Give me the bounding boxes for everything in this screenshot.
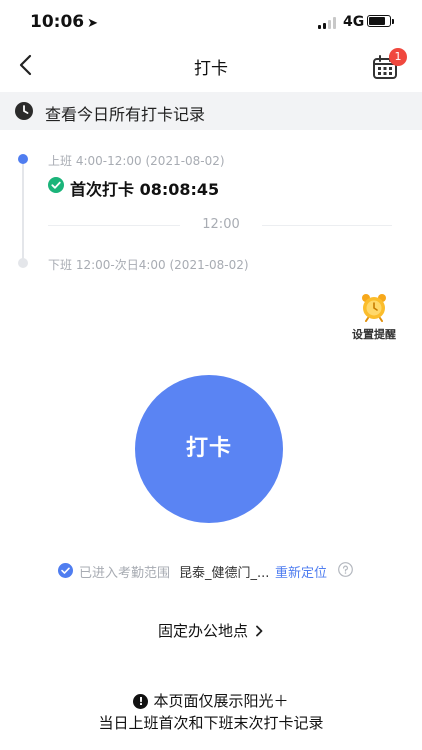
divider-time: 12:00 (202, 217, 240, 232)
location-place: 昆泰_健德门_... (179, 566, 270, 581)
location-arrow-icon: ➤ (87, 16, 99, 31)
location-status: 已进入考勤范围 (79, 566, 171, 581)
alarm-clock-icon (362, 294, 386, 322)
office-location-link[interactable]: 固定办公地点 (0, 620, 422, 641)
clock-icon (15, 102, 33, 120)
relocate-link[interactable]: 重新定位 (275, 562, 327, 581)
divider-left (48, 225, 180, 226)
battery-icon (367, 15, 391, 27)
page-title: 打卡 (194, 59, 228, 79)
battery-tip (392, 19, 394, 24)
signal-icon (318, 17, 338, 29)
network-type: 4G (343, 14, 365, 30)
warning-icon: ! (133, 694, 149, 709)
status-time: 10:06 ➤ (30, 12, 99, 32)
first-punch-text: 首次打卡 08:08:45 (70, 180, 220, 199)
help-icon[interactable] (338, 562, 353, 577)
reminder-button[interactable] (359, 292, 389, 322)
divider-right (262, 225, 392, 226)
timeline-dot-off (18, 258, 28, 268)
office-location-label: 固定办公地点 (157, 622, 248, 640)
notice-line-1: ! 本页面仅展示阳光＋ (0, 690, 422, 711)
check-circle-icon (58, 563, 73, 578)
notice-line-2: 当日上班首次和下班末次打卡记录 (98, 714, 324, 732)
check-circle-icon (48, 177, 64, 193)
records-banner[interactable]: 查看今日所有打卡记录 (0, 92, 422, 130)
reminder-label[interactable]: 设置提醒 (341, 326, 407, 342)
shift-on-label: 上班 4:00-12:00 (2021-08-02) (48, 154, 225, 168)
timeline-dot-on (18, 154, 28, 164)
records-banner-text: 查看今日所有打卡记录 (45, 105, 206, 124)
timeline-line (22, 159, 24, 264)
punch-button[interactable]: 打卡 (135, 375, 283, 523)
notification-badge: 1 (389, 48, 407, 66)
shift-off-label: 下班 12:00-次日4:00 (2021-08-02) (48, 258, 249, 272)
chevron-right-icon (256, 625, 263, 637)
